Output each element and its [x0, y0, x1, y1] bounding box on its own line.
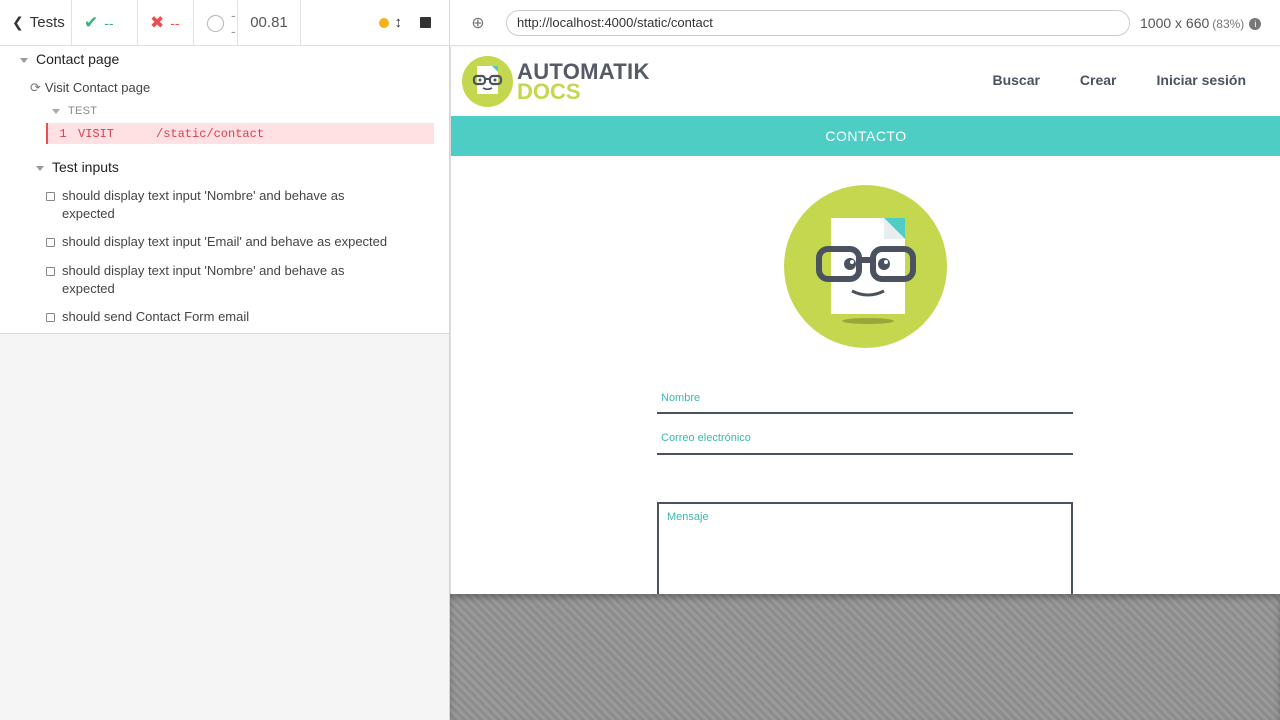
- reporter-header: ❮ Tests ✔ -- ✖ -- ◯ -- 00.81 ↕: [0, 0, 449, 46]
- url-field[interactable]: http://localhost:4000/static/contact: [506, 9, 1130, 36]
- nav-buscar-link[interactable]: Buscar: [992, 72, 1039, 88]
- tests-back-label: Tests: [29, 14, 65, 31]
- info-icon: i: [1249, 17, 1262, 30]
- caret-down-icon: [36, 165, 44, 171]
- stop-icon: [420, 17, 431, 28]
- reporter-body: Contact page ⟳ Visit Contact page TEST 1 …: [0, 46, 449, 334]
- refresh-icon: ⟳: [30, 80, 41, 95]
- name-field[interactable]: Nombre: [657, 392, 1073, 414]
- command-number: 1: [59, 126, 67, 141]
- checkbox-icon: [46, 238, 55, 247]
- app-iframe: AUTOMATIK DOCS Buscar Crear Iniciar sesi…: [450, 47, 1280, 594]
- checkbox-icon: [46, 192, 55, 201]
- nav-crear-link[interactable]: Crear: [1080, 72, 1117, 88]
- email-label: Correo electrónico: [661, 432, 751, 444]
- stop-button[interactable]: [408, 0, 449, 46]
- tests-back-button[interactable]: ❮ Tests: [0, 0, 72, 46]
- test-item[interactable]: should display text input 'Nombre' and b…: [46, 262, 376, 298]
- message-label: Mensaje: [667, 511, 709, 523]
- mascot-logo-icon: [784, 185, 947, 348]
- url-bar: ⊕ http://localhost:4000/static/contact 1…: [450, 0, 1280, 46]
- logo-mascot-icon: [462, 56, 513, 107]
- failed-count[interactable]: ✖ --: [138, 0, 194, 46]
- viewport-info[interactable]: 1000 x 660 (83%) i: [1140, 15, 1262, 31]
- pending-count[interactable]: ◯ --: [194, 0, 238, 46]
- command-row[interactable]: 1 VISIT /static/contact: [46, 123, 434, 144]
- x-icon: ✖: [150, 12, 165, 32]
- caret-down-icon: [20, 57, 28, 63]
- test-item[interactable]: should display text input 'Nombre' and b…: [46, 187, 376, 223]
- checkbox-icon: [46, 313, 55, 322]
- auto-scroll-toggle[interactable]: ↕: [367, 0, 409, 46]
- suite-test-inputs[interactable]: Test inputs: [36, 159, 119, 175]
- duration: 00.81: [238, 0, 301, 46]
- suite-contact-page[interactable]: Contact page: [20, 51, 119, 67]
- message-textarea[interactable]: Mensaje: [657, 502, 1073, 594]
- chevron-left-icon: ❮: [12, 14, 24, 30]
- nav-links: Buscar Crear Iniciar sesión: [992, 72, 1246, 88]
- selector-playground-button[interactable]: ⊕: [450, 13, 506, 33]
- brand-logo[interactable]: AUTOMATIK DOCS: [462, 56, 650, 107]
- logo-wordmark: AUTOMATIK DOCS: [517, 58, 650, 104]
- nav-login-link[interactable]: Iniciar sesión: [1157, 72, 1246, 88]
- checkbox-icon: [46, 267, 55, 276]
- email-field[interactable]: Correo electrónico: [657, 432, 1073, 455]
- circle-icon: ◯: [206, 12, 226, 32]
- app-navbar: AUTOMATIK DOCS Buscar Crear Iniciar sesi…: [451, 47, 1280, 116]
- check-icon: ✔: [84, 12, 99, 32]
- app-under-test-panel: ⊕ http://localhost:4000/static/contact 1…: [450, 0, 1280, 720]
- test-item[interactable]: should display text input 'Email' and be…: [46, 233, 416, 251]
- test-section-label[interactable]: TEST: [52, 105, 97, 117]
- test-reporter-panel: ❮ Tests ✔ -- ✖ -- ◯ -- 00.81 ↕ Contact p…: [0, 0, 450, 720]
- updown-arrow-icon: ↕: [394, 14, 403, 31]
- test-item[interactable]: should send Contact Form email: [46, 308, 416, 326]
- command-name: VISIT: [78, 126, 115, 141]
- hook-visit-contact[interactable]: ⟳ Visit Contact page: [30, 80, 150, 96]
- name-label: Nombre: [661, 392, 701, 404]
- crosshair-icon: ⊕: [471, 14, 485, 32]
- viewport-overflow-area: [450, 594, 1280, 720]
- page-title-banner: CONTACTO: [451, 116, 1280, 156]
- command-message: /static/contact: [156, 126, 265, 141]
- caret-down-icon: [52, 108, 60, 114]
- passed-count[interactable]: ✔ --: [72, 0, 138, 46]
- status-dot-icon: [378, 17, 389, 28]
